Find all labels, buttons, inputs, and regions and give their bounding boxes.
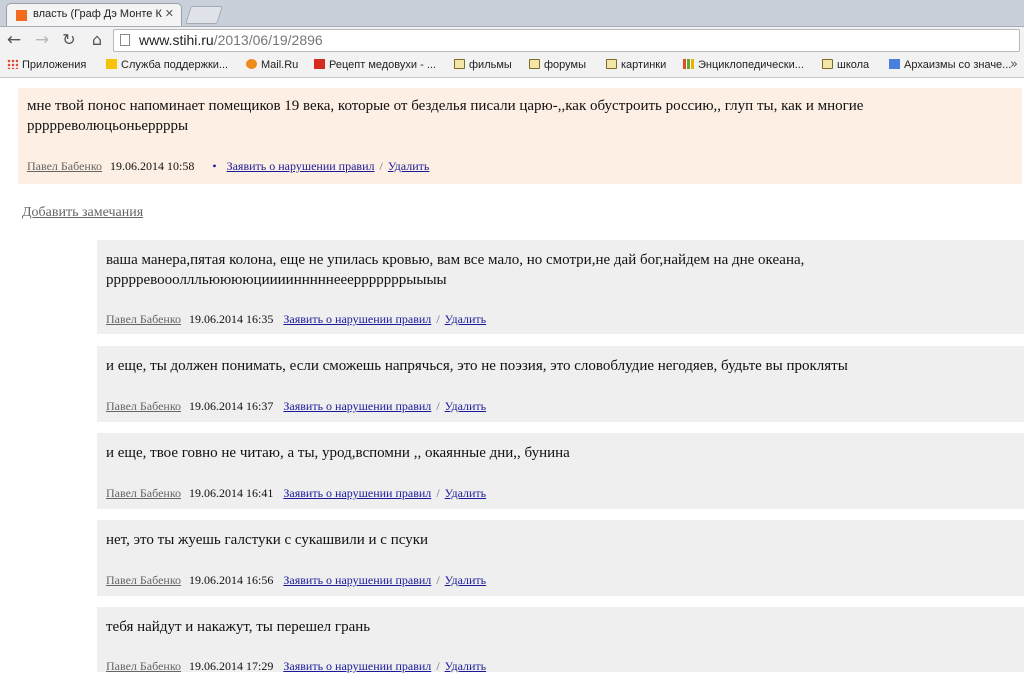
comment-text: и еще, твое говно не читаю, а ты, урод,в… — [106, 445, 570, 461]
bookmark-label: Рецепт медовухи - ... — [329, 59, 436, 71]
bookmark-recipe[interactable]: Рецепт медовухи - ... — [314, 59, 436, 71]
comment-date: 19.06.2014 16:35 — [189, 312, 274, 326]
comment-text: нет, это ты жуешь галстуки с сукашвили и… — [106, 532, 429, 548]
slash-separator: / — [436, 486, 440, 500]
bookmark-label: форумы — [544, 59, 587, 71]
doc-icon — [889, 59, 900, 69]
tab-strip: власть (Граф Дэ Монте К ✕ — [0, 0, 1024, 27]
report-violation-link[interactable]: Заявить о нарушении правил — [227, 159, 375, 173]
comment-meta: Павел Бабенко 19.06.2014 10:58 • Заявить о … — [27, 159, 429, 174]
comment-meta: Павел Бабенко 19.06.2014 16:37 Заявить о н… — [106, 399, 486, 414]
folder-icon — [822, 59, 833, 69]
bookmark-label: Архаизмы со значе... — [904, 59, 1012, 71]
url-text[interactable]: www.stihi.ru/2013/06/19/2896 — [139, 32, 323, 48]
mail-icon — [246, 59, 257, 69]
author-link[interactable]: Павел Бабенко — [27, 159, 102, 173]
folder-icon — [529, 59, 540, 69]
bullet-separator: • — [212, 159, 217, 173]
reply-comment: и еще, ты должен понимать, если сможешь … — [97, 346, 1024, 422]
bookmark-archaisms[interactable]: Архаизмы со значе... — [889, 59, 1011, 71]
reply-comment: ваша манера,пятая колона, еще не упилась… — [97, 240, 1024, 334]
comment-meta: Павел Бабенко 19.06.2014 16:35 Заявить о н… — [106, 312, 486, 327]
url-path: /2013/06/19/2896 — [213, 32, 323, 48]
delete-link[interactable]: Удалить — [445, 573, 486, 587]
author-link[interactable]: Павел Бабенко — [106, 399, 181, 413]
bookmark-label: Mail.Ru — [261, 59, 299, 71]
author-link[interactable]: Павел Бабенко — [106, 573, 181, 587]
address-bar[interactable]: www.stihi.ru/2013/06/19/2896 — [113, 29, 1020, 52]
comment-text: и еще, ты должен понимать, если сможешь … — [106, 358, 848, 374]
report-violation-link[interactable]: Заявить о нарушении правил — [283, 659, 431, 673]
bookmark-pictures[interactable]: картинки — [606, 59, 666, 71]
tab-close-icon[interactable]: ✕ — [165, 7, 174, 20]
bookmarks-more-icon[interactable]: » — [1010, 57, 1018, 72]
reload-icon[interactable]: ↻ — [60, 31, 78, 49]
comment-date: 19.06.2014 16:41 — [189, 486, 274, 500]
forward-arrow-icon[interactable]: → — [33, 31, 51, 49]
bookmark-forums[interactable]: форумы — [529, 59, 586, 71]
bookmark-label: фильмы — [469, 59, 512, 71]
comment-meta: Павел Бабенко 19.06.2014 16:41 Заявить о н… — [106, 486, 486, 501]
comment-text: тебя найдут и накажут, ты перешел грань — [106, 619, 371, 635]
bookmark-films[interactable]: фильмы — [454, 59, 512, 71]
bookmark-label: картинки — [621, 59, 667, 71]
bookmark-support[interactable]: Служба поддержки... — [106, 59, 228, 71]
tab-title: власть (Граф Дэ Монте К — [33, 8, 162, 20]
browser-tab[interactable]: власть (Граф Дэ Монте К ✕ — [6, 3, 182, 26]
comment-meta: Павел Бабенко 19.06.2014 16:56 Заявить о н… — [106, 573, 486, 588]
slash-separator: / — [436, 312, 440, 326]
back-arrow-icon[interactable]: ← — [5, 31, 23, 49]
delete-link[interactable]: Удалить — [445, 312, 486, 326]
delete-link[interactable]: Удалить — [445, 399, 486, 413]
url-host: www.stihi.ru — [139, 32, 214, 48]
yandex-icon — [106, 59, 117, 69]
bookmark-school[interactable]: школа — [822, 59, 869, 71]
bookmark-mailru[interactable]: Mail.Ru — [246, 59, 298, 71]
reply-comment: нет, это ты жуешь галстуки с сукашвили и… — [97, 520, 1024, 596]
reply-comment: тебя найдут и накажут, ты перешел грань … — [97, 607, 1024, 673]
report-violation-link[interactable]: Заявить о нарушении правил — [283, 486, 431, 500]
main-comment: мне твой понос напоминает помещиков 19 в… — [18, 88, 1022, 184]
author-link[interactable]: Павел Бабенко — [106, 659, 181, 673]
comment-text: ваша манера,пятая колона, еще не упилась… — [106, 252, 805, 288]
slash-separator: / — [436, 659, 440, 673]
delete-link[interactable]: Удалить — [445, 659, 486, 673]
page-icon — [120, 34, 130, 46]
bookmark-label: Энциклопедически... — [698, 59, 804, 71]
author-link[interactable]: Павел Бабенко — [106, 486, 181, 500]
report-violation-link[interactable]: Заявить о нарушении правил — [283, 573, 431, 587]
delete-link[interactable]: Удалить — [388, 159, 429, 173]
home-icon[interactable]: ⌂ — [88, 31, 106, 49]
report-violation-link[interactable]: Заявить о нарушении правил — [283, 312, 431, 326]
comment-text: мне твой понос напоминает помещиков 19 в… — [27, 98, 864, 134]
slash-separator: / — [436, 573, 440, 587]
bookmark-label: Приложения — [22, 59, 87, 71]
author-link[interactable]: Павел Бабенко — [106, 312, 181, 326]
bookmarks-bar: Приложения Служба поддержки... Mail.Ru Р… — [0, 55, 1024, 78]
folder-icon — [454, 59, 465, 69]
apps-icon — [7, 59, 18, 69]
bookmark-label: Служба поддержки... — [121, 59, 229, 71]
new-tab-button[interactable] — [185, 6, 223, 24]
recipe-icon — [314, 59, 325, 69]
reply-comment: и еще, твое говно не читаю, а ты, урод,в… — [97, 433, 1024, 509]
report-violation-link[interactable]: Заявить о нарушении правил — [283, 399, 431, 413]
bookmark-label: школа — [837, 59, 870, 71]
comment-date: 19.06.2014 16:56 — [189, 573, 274, 587]
delete-link[interactable]: Удалить — [445, 486, 486, 500]
slash-separator: / — [436, 399, 440, 413]
bookmark-encyclopedia[interactable]: Энциклопедически... — [683, 59, 804, 71]
add-remarks-link[interactable]: Добавить замечания — [22, 205, 143, 221]
site-favicon-icon — [16, 10, 27, 21]
comment-date: 19.06.2014 17:29 — [189, 659, 274, 673]
comment-date: 19.06.2014 16:37 — [189, 399, 274, 413]
chart-icon — [683, 59, 694, 69]
comment-date: 19.06.2014 10:58 — [110, 159, 195, 173]
bookmark-apps[interactable]: Приложения — [7, 59, 86, 71]
slash-separator: / — [379, 159, 383, 173]
browser-toolbar: ← → ↻ ⌂ www.stihi.ru/2013/06/19/2896 — [0, 27, 1024, 55]
folder-icon — [606, 59, 617, 69]
page-content: мне твой понос напоминает помещиков 19 в… — [0, 78, 1024, 673]
